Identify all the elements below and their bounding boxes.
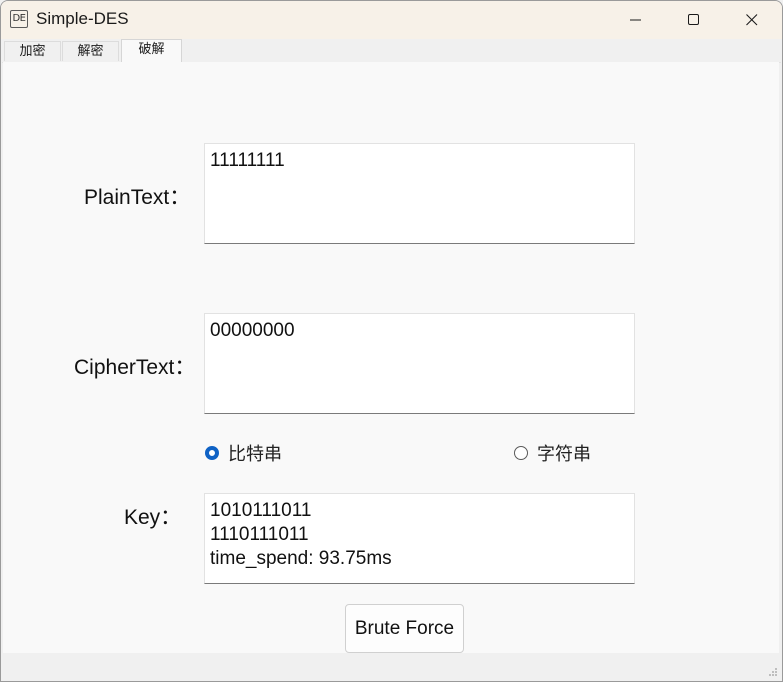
tab-decrypt[interactable]: 解密	[62, 41, 119, 61]
radio-charstring-label: 字符串	[537, 444, 591, 465]
title-bar[interactable]: DE Simple-DES	[1, 1, 782, 39]
resize-grip-icon[interactable]	[768, 667, 778, 677]
minimize-button[interactable]	[607, 1, 665, 39]
app-icon: DE	[10, 10, 28, 28]
brute-force-button[interactable]: Brute Force	[345, 604, 464, 653]
plaintext-label: PlainText：	[84, 186, 191, 209]
tab-strip: 加密 解密 破解	[2, 39, 781, 63]
tab-crack[interactable]: 破解	[121, 39, 182, 63]
radio-bitstring[interactable]: 比特串	[205, 442, 282, 465]
ciphertext-input[interactable]: 00000000	[204, 313, 635, 414]
minimize-icon	[630, 19, 641, 21]
radio-charstring[interactable]: 字符串	[514, 442, 591, 465]
plaintext-input[interactable]: 11111111	[204, 143, 635, 244]
app-window: DE Simple-DES 加密 解密 破解 PlainText： 111111…	[0, 0, 783, 682]
window-title: Simple-DES	[36, 9, 129, 28]
key-output[interactable]: 1010111011 1110111011 time_spend: 93.75m…	[204, 493, 635, 584]
close-icon	[746, 14, 758, 26]
close-button[interactable]	[723, 1, 781, 39]
status-bar	[1, 653, 782, 681]
radio-checked-icon[interactable]	[205, 446, 219, 460]
radio-bitstring-label: 比特串	[228, 444, 282, 465]
tab-encrypt[interactable]: 加密	[4, 41, 61, 61]
maximize-icon	[688, 14, 699, 25]
ciphertext-label: CipherText：	[74, 356, 196, 379]
key-label: Key：	[124, 506, 182, 529]
radio-unchecked-icon[interactable]	[514, 446, 528, 460]
maximize-button[interactable]	[665, 1, 723, 39]
